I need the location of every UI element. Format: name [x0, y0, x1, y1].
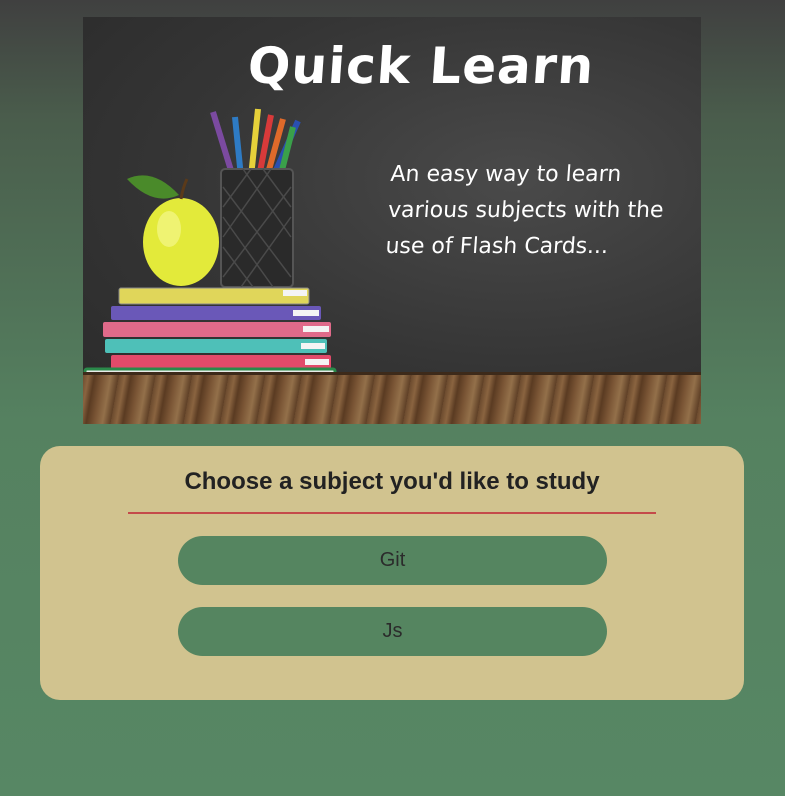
hero-tagline-line: various subjects with the — [387, 198, 665, 223]
hero-tagline-line: use of Flash Cards... — [384, 234, 610, 259]
pencils-icon — [210, 108, 301, 288]
hero-banner-image: Quick Learn An easy way to learn various… — [83, 17, 701, 424]
wooden-table — [83, 372, 701, 424]
hero-title: Quick Learn — [245, 37, 597, 95]
apple-icon — [127, 175, 219, 286]
hero-tagline: An easy way to learn various subjects wi… — [384, 157, 697, 265]
hero-tagline-line: An easy way to learn — [389, 162, 623, 187]
subject-button-js[interactable]: Js — [178, 607, 607, 656]
subject-heading: Choose a subject you'd like to study — [184, 468, 600, 495]
heading-divider — [128, 512, 656, 514]
subject-selection-card: Choose a subject you'd like to study Git… — [40, 446, 744, 700]
subject-button-git[interactable]: Git — [178, 536, 607, 585]
